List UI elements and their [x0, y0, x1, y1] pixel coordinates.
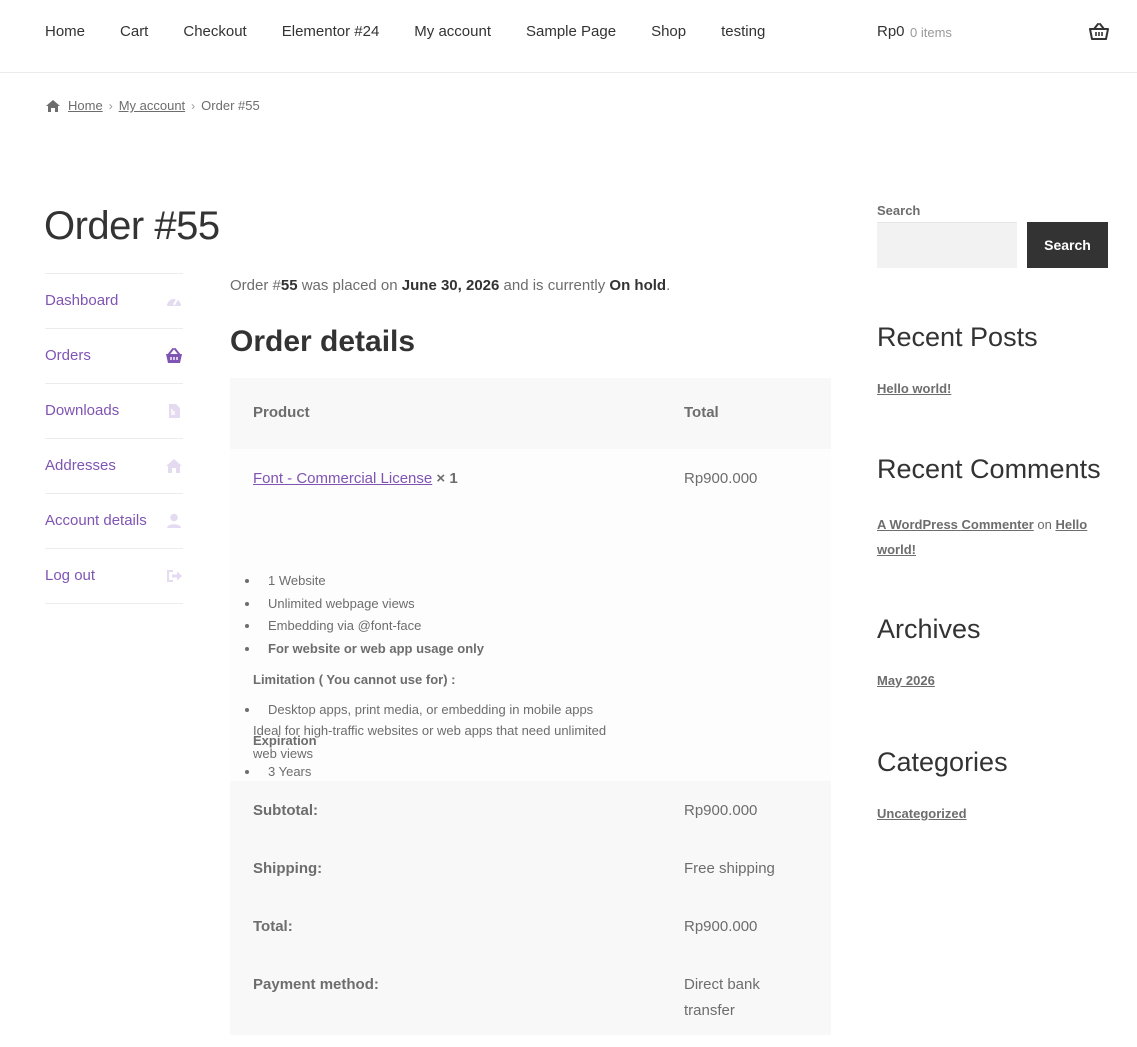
- recent-comment: A WordPress Commenter on Hello world!: [877, 512, 1107, 562]
- account-nav-label[interactable]: Downloads: [45, 401, 119, 421]
- nav-testing[interactable]: testing: [721, 22, 765, 42]
- subtotal-label: Subtotal:: [253, 802, 318, 819]
- order-note-prefix: Order #: [230, 277, 281, 294]
- order-details-heading: Order details: [230, 325, 416, 358]
- nav-my-account[interactable]: My account: [414, 22, 491, 42]
- shipping-label: Shipping:: [253, 860, 323, 877]
- account-nav-label[interactable]: Account details: [45, 511, 147, 531]
- recent-posts-title: Recent Posts: [877, 322, 1038, 352]
- order-details-table: Product Total Font - Commercial License …: [230, 378, 831, 781]
- account-nav-label[interactable]: Orders: [45, 346, 91, 366]
- search-button[interactable]: Search: [1027, 222, 1108, 268]
- nav-cart[interactable]: Cart: [120, 22, 148, 42]
- archive-link[interactable]: May 2026: [877, 672, 935, 690]
- payment-method-label: Payment method:: [253, 976, 379, 993]
- breadcrumb: Home › My account › Order #55: [45, 97, 260, 115]
- breadcrumb-my-account[interactable]: My account: [119, 97, 185, 115]
- account-nav-label[interactable]: Dashboard: [45, 291, 118, 311]
- file-icon: [169, 404, 180, 418]
- comment-on-text: on: [1033, 517, 1056, 532]
- feature-item: For website or web app usage only: [245, 640, 484, 658]
- total-label: Total:: [253, 918, 293, 935]
- item-total: Rp900.000: [684, 470, 758, 487]
- limitation-label: Limitation ( You cannot use for) :: [253, 672, 456, 687]
- order-note-end: .: [666, 277, 671, 294]
- account-nav-log-out[interactable]: Log out: [45, 549, 183, 604]
- limitation-item: Desktop apps, print media, or embedding …: [244, 701, 593, 719]
- account-nav-label[interactable]: Addresses: [45, 456, 116, 476]
- archives-title: Archives: [877, 614, 981, 644]
- nav-checkout[interactable]: Checkout: [183, 22, 246, 42]
- comment-author-link[interactable]: A WordPress Commenter: [877, 517, 1034, 532]
- total-value: Rp900.000: [684, 918, 758, 935]
- feature-item: Embedding via @font-face: [244, 617, 421, 635]
- order-totals: Subtotal: Rp900.000 Shipping: Free shipp…: [230, 781, 831, 1035]
- nav-shop[interactable]: Shop: [651, 22, 686, 42]
- account-nav-account-details[interactable]: Account details: [45, 494, 183, 549]
- feature-item: 1 Website: [245, 572, 326, 590]
- nav-elementor[interactable]: Elementor #24: [282, 22, 380, 42]
- account-navigation: Dashboard Orders Downloads Addresses Acc…: [45, 273, 183, 604]
- payment-method-row: Payment method: Direct bank transfer: [230, 955, 831, 1035]
- cart-amount[interactable]: Rp0: [877, 22, 905, 42]
- breadcrumb-current: Order #55: [201, 98, 260, 113]
- order-number: 55: [280, 277, 298, 294]
- nav-home[interactable]: Home: [45, 22, 85, 42]
- page-title: Order #55: [44, 204, 220, 248]
- payment-method-value: Direct bank transfer: [684, 976, 760, 1019]
- user-icon: [167, 513, 181, 528]
- nav-sample-page[interactable]: Sample Page: [526, 22, 616, 42]
- category-link[interactable]: Uncategorized: [877, 805, 967, 823]
- product-description: Ideal for high-traffic websites or web a…: [253, 723, 607, 738]
- account-nav-dashboard[interactable]: Dashboard: [45, 274, 183, 329]
- column-header-total: Total: [684, 404, 719, 421]
- dashboard-icon: [167, 298, 181, 306]
- feature-item: Unlimited webpage views: [245, 595, 415, 613]
- search-input[interactable]: [877, 222, 1017, 268]
- account-nav-orders[interactable]: Orders: [45, 329, 183, 384]
- product-link[interactable]: Font - Commercial License: [253, 470, 432, 487]
- table-header-row: Product Total: [230, 378, 831, 449]
- product-line: Font - Commercial License × 1: [253, 469, 458, 489]
- account-nav-label[interactable]: Log out: [45, 566, 95, 586]
- order-note-mid: was placed on: [297, 277, 402, 294]
- cart-count[interactable]: 0 items: [910, 24, 952, 42]
- search-label: Search: [877, 203, 921, 218]
- primary-nav: Home Cart Checkout Elementor #24 My acco…: [45, 22, 800, 42]
- categories-title: Categories: [877, 747, 1008, 777]
- breadcrumb-separator: ›: [191, 99, 196, 113]
- home-icon: [166, 459, 182, 473]
- shipping-row: Shipping: Free shipping: [230, 839, 831, 897]
- order-status: On hold: [609, 277, 667, 294]
- shipping-value: Free shipping: [684, 860, 775, 877]
- account-nav-addresses[interactable]: Addresses: [45, 439, 183, 494]
- order-status-note: Order #55 was placed on June 30, 2026 an…: [230, 276, 670, 296]
- subtotal-row: Subtotal: Rp900.000: [230, 781, 831, 839]
- logout-icon: [167, 570, 182, 582]
- recent-comments-title: Recent Comments: [877, 454, 1101, 484]
- basket-icon: [166, 348, 182, 363]
- product-description: web views: [253, 746, 313, 761]
- recent-post-link[interactable]: Hello world!: [877, 380, 951, 398]
- product-quantity: × 1: [436, 470, 458, 487]
- column-header-product: Product: [253, 404, 310, 421]
- order-date: June 30, 2026: [401, 277, 500, 294]
- home-icon: [46, 100, 60, 112]
- breadcrumb-separator: ›: [108, 99, 113, 113]
- total-row: Total: Rp900.000: [230, 897, 831, 955]
- expiration-item: 3 Years: [244, 763, 311, 781]
- site-header: Home Cart Checkout Elementor #24 My acco…: [0, 0, 1137, 73]
- account-nav-downloads[interactable]: Downloads: [45, 384, 183, 439]
- subtotal-value: Rp900.000: [684, 802, 758, 819]
- breadcrumb-home[interactable]: Home: [68, 97, 103, 115]
- basket-icon[interactable]: [1089, 23, 1109, 41]
- order-note-mid2: and is currently: [499, 277, 610, 294]
